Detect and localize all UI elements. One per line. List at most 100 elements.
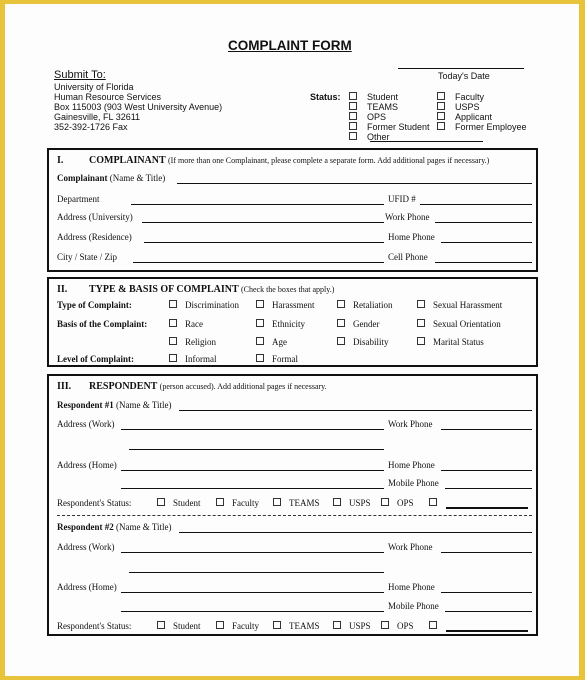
checkbox-icon[interactable]	[333, 498, 341, 506]
level-option[interactable]: Informal	[169, 354, 217, 364]
respondent-2-home-phone-field[interactable]	[441, 592, 532, 593]
respondent-2-address-work-field[interactable]	[121, 552, 384, 553]
status-option-former-student[interactable]: Former Student	[349, 122, 430, 132]
basis-option[interactable]: Ethnicity	[256, 319, 305, 329]
basis-option[interactable]: Race	[169, 319, 203, 329]
checkbox-icon[interactable]	[429, 498, 437, 506]
checkbox-icon[interactable]	[216, 621, 224, 629]
respondent-1-work-phone-field[interactable]	[441, 429, 532, 430]
respondent-1-home-phone-field[interactable]	[441, 470, 532, 471]
status-option-ops[interactable]: OPS	[349, 112, 386, 122]
respondent-status-option[interactable]: USPS	[333, 621, 371, 631]
type-option[interactable]: Sexual Harassment	[417, 300, 502, 310]
respondent-1-name-field[interactable]	[179, 410, 532, 411]
checkbox-icon[interactable]	[333, 621, 341, 629]
respondent-status-other-option[interactable]	[429, 498, 445, 508]
respondent-1-address-work-line2[interactable]	[129, 449, 384, 450]
checkbox-icon[interactable]	[437, 92, 445, 100]
respondent-2-mobile-phone-field[interactable]	[445, 611, 532, 612]
status-other-field[interactable]	[370, 141, 483, 142]
respondent-status-option[interactable]: Faculty	[216, 498, 259, 508]
checkbox-icon[interactable]	[437, 122, 445, 130]
address-residence-field[interactable]	[144, 242, 384, 243]
basis-option[interactable]: Disability	[337, 337, 389, 347]
respondent-status-option[interactable]: Student	[157, 621, 201, 631]
checkbox-icon[interactable]	[169, 300, 177, 308]
status-option-applicant[interactable]: Applicant	[437, 112, 492, 122]
checkbox-icon[interactable]	[273, 621, 281, 629]
respondent-1-address-home-line2[interactable]	[121, 488, 384, 489]
checkbox-icon[interactable]	[349, 102, 357, 110]
status-option-student[interactable]: Student	[349, 92, 398, 102]
checkbox-icon[interactable]	[337, 319, 345, 327]
checkbox-icon[interactable]	[417, 300, 425, 308]
respondent-2-work-phone-field[interactable]	[441, 552, 532, 553]
address-university-field[interactable]	[142, 222, 384, 223]
respondent-status-option[interactable]: TEAMS	[273, 621, 320, 631]
cell-phone-field[interactable]	[435, 262, 532, 263]
type-option[interactable]: Retaliation	[337, 300, 393, 310]
respondent-2-status-other-field[interactable]	[446, 630, 528, 632]
checkbox-icon[interactable]	[429, 621, 437, 629]
checkbox-icon[interactable]	[349, 112, 357, 120]
respondent-1-address-work-field[interactable]	[121, 429, 384, 430]
type-option[interactable]: Discrimination	[169, 300, 239, 310]
respondent-status-option[interactable]: OPS	[381, 498, 414, 508]
checkbox-icon[interactable]	[169, 354, 177, 362]
checkbox-icon[interactable]	[349, 132, 357, 140]
respondent-1-work-phone-label: Work Phone	[388, 419, 433, 429]
city-state-zip-field[interactable]	[133, 262, 384, 263]
checkbox-icon[interactable]	[273, 498, 281, 506]
basis-option[interactable]: Marital Status	[417, 337, 484, 347]
respondent-2-address-home-field[interactable]	[121, 592, 384, 593]
status-option-usps[interactable]: USPS	[437, 102, 480, 112]
basis-option[interactable]: Gender	[337, 319, 380, 329]
respondent-status-other-option[interactable]	[429, 621, 445, 631]
ufid-field[interactable]	[420, 204, 532, 205]
checkbox-icon[interactable]	[157, 621, 165, 629]
respondent-status-option[interactable]: USPS	[333, 498, 371, 508]
respondent-status-option[interactable]: Faculty	[216, 621, 259, 631]
respondent-status-option[interactable]: OPS	[381, 621, 414, 631]
checkbox-icon[interactable]	[437, 102, 445, 110]
checkbox-icon[interactable]	[349, 122, 357, 130]
respondent-2-address-work-line2[interactable]	[129, 572, 384, 573]
complainant-name-field[interactable]	[177, 183, 532, 184]
checkbox-icon[interactable]	[256, 319, 264, 327]
checkbox-icon[interactable]	[337, 337, 345, 345]
respondent-1-address-home-field[interactable]	[121, 470, 384, 471]
type-option[interactable]: Harassment	[256, 300, 315, 310]
respondent-status-option[interactable]: TEAMS	[273, 498, 320, 508]
checkbox-icon[interactable]	[157, 498, 165, 506]
checkbox-icon[interactable]	[169, 319, 177, 327]
checkbox-icon[interactable]	[381, 621, 389, 629]
checkbox-icon[interactable]	[169, 337, 177, 345]
respondent-2-address-home-line2[interactable]	[121, 611, 384, 612]
checkbox-icon[interactable]	[417, 337, 425, 345]
home-phone-field[interactable]	[441, 242, 532, 243]
checkbox-icon[interactable]	[437, 112, 445, 120]
respondent-status-option[interactable]: Student	[157, 498, 201, 508]
status-option-teams[interactable]: TEAMS	[349, 102, 398, 112]
respondent-2-name-field[interactable]	[179, 532, 532, 533]
checkbox-icon[interactable]	[256, 337, 264, 345]
basis-option[interactable]: Religion	[169, 337, 216, 347]
checkbox-icon[interactable]	[349, 92, 357, 100]
checkbox-icon[interactable]	[256, 300, 264, 308]
todays-date-field[interactable]	[398, 68, 524, 69]
respondent-1-status-other-field[interactable]	[446, 507, 528, 509]
basis-option[interactable]: Sexual Orientation	[417, 319, 501, 329]
checkbox-icon[interactable]	[216, 498, 224, 506]
department-field[interactable]	[131, 204, 384, 205]
status-option-former-employee[interactable]: Former Employee	[437, 122, 527, 132]
address-university-label: Address (University)	[57, 212, 133, 222]
checkbox-icon[interactable]	[337, 300, 345, 308]
checkbox-icon[interactable]	[381, 498, 389, 506]
checkbox-icon[interactable]	[256, 354, 264, 362]
status-option-faculty[interactable]: Faculty	[437, 92, 484, 102]
work-phone-field[interactable]	[435, 222, 532, 223]
checkbox-icon[interactable]	[417, 319, 425, 327]
level-option[interactable]: Formal	[256, 354, 298, 364]
basis-option[interactable]: Age	[256, 337, 287, 347]
respondent-1-mobile-phone-field[interactable]	[445, 488, 532, 489]
